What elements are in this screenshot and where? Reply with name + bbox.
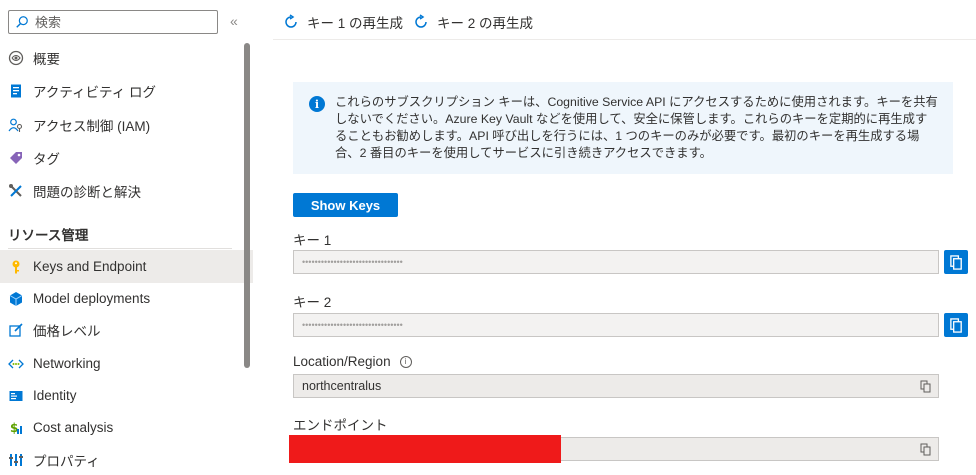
key1-label: キー 1: [293, 233, 332, 248]
info-icon: i: [309, 96, 325, 112]
sidebar-item-label: アクティビティ ログ: [33, 84, 156, 100]
refresh-icon: [415, 14, 427, 28]
regenerate-key2-button[interactable]: キー 2 の再生成: [413, 12, 533, 32]
properties-icon: [8, 452, 24, 468]
sidebar-item-label: Networking: [33, 356, 101, 371]
sidebar-item-properties[interactable]: プロパティ: [0, 443, 253, 475]
networking-icon: [8, 356, 24, 372]
key1-field[interactable]: ••••••••••••••••••••••••••••••••: [293, 250, 939, 274]
sidebar-item-identity[interactable]: Identity: [0, 379, 253, 412]
diagnose-icon: [8, 183, 24, 199]
regenerate-key1-button[interactable]: キー 1 の再生成: [283, 12, 403, 32]
location-value: northcentralus: [302, 379, 382, 393]
main-content: キー 1 の再生成 キー 2 の再生成 i これらのサブスクリプション キーは、…: [273, 0, 976, 475]
key2-field[interactable]: ••••••••••••••••••••••••••••••••: [293, 313, 939, 337]
cost-icon: $: [8, 420, 24, 436]
sidebar-item-label: 価格レベル: [33, 323, 101, 339]
sidebar-item-label: 概要: [33, 51, 60, 67]
show-keys-button[interactable]: Show Keys: [293, 193, 398, 217]
location-label: Location/Region i: [293, 354, 412, 369]
identity-icon: [8, 388, 24, 404]
edit-icon: [8, 322, 24, 338]
copy-key1-button[interactable]: [944, 250, 968, 274]
tag-icon: [8, 150, 24, 166]
section-divider: [8, 248, 232, 249]
iam-icon: [8, 117, 24, 133]
sidebar-item-label: Model deployments: [33, 291, 151, 306]
sidebar-item-label: アクセス制御 (IAM): [33, 118, 151, 134]
copy-icon: [949, 317, 962, 333]
activity-log-icon: [8, 83, 24, 99]
sidebar-item-tags[interactable]: タグ: [0, 141, 253, 174]
menu-search-box[interactable]: [8, 10, 218, 34]
sidebar-item-iam[interactable]: アクセス制御 (IAM): [0, 108, 253, 141]
sidebar-scrollbar[interactable]: [244, 43, 250, 368]
regenerate-key2-label: キー 2 の再生成: [437, 16, 534, 31]
sidebar-item-cost-analysis[interactable]: $ Cost analysis: [0, 411, 253, 444]
sidebar-item-label: 問題の診断と解決: [33, 184, 141, 200]
redaction-block: [289, 435, 561, 463]
copy-icon[interactable]: [920, 380, 932, 393]
sidebar-item-overview[interactable]: 概要: [0, 41, 253, 74]
collapse-menu-icon[interactable]: «: [230, 13, 238, 29]
sidebar-item-model-deployments[interactable]: Model deployments: [0, 282, 253, 315]
info-circle-icon[interactable]: i: [399, 355, 412, 368]
sidebar-item-diagnose[interactable]: 問題の診断と解決: [0, 174, 253, 207]
sidebar-item-label: Keys and Endpoint: [33, 259, 147, 274]
sidebar-item-label: プロパティ: [33, 453, 100, 469]
refresh-icon: [285, 14, 297, 28]
search-icon: [16, 16, 28, 28]
sidebar-item-label: Cost analysis: [33, 420, 114, 435]
location-field[interactable]: northcentralus: [293, 374, 939, 398]
key2-label: キー 2: [293, 295, 332, 310]
sidebar-item-activity-log[interactable]: アクティビティ ログ: [0, 74, 253, 107]
endpoint-label: エンドポイント: [293, 418, 388, 433]
copy-icon: [949, 254, 962, 270]
sidebar-item-keys-and-endpoint[interactable]: Keys and Endpoint: [0, 250, 253, 283]
regenerate-key1-label: キー 1 の再生成: [307, 16, 404, 31]
info-message-bar: i これらのサブスクリプション キーは、Cognitive Service AP…: [293, 82, 953, 174]
menu-search-input[interactable]: [35, 14, 195, 30]
resource-menu: « 概要 アクティビティ ログ アクセス制御 (IAM) タグ 問題の診断と解決…: [0, 0, 253, 475]
copy-key2-button[interactable]: [944, 313, 968, 337]
overview-icon: [8, 50, 24, 66]
sidebar-item-label: Identity: [33, 388, 77, 403]
section-header-resource-management: リソース管理: [8, 228, 89, 243]
info-message-text: これらのサブスクリプション キーは、Cognitive Service API …: [335, 95, 938, 160]
command-bar: キー 1 の再生成 キー 2 の再生成: [273, 0, 976, 40]
location-label-text: Location/Region: [293, 354, 391, 369]
cube-icon: [8, 291, 24, 307]
key-icon: [8, 259, 24, 275]
sidebar-item-pricing-tier[interactable]: 価格レベル: [0, 313, 253, 346]
sidebar-item-networking[interactable]: Networking: [0, 347, 253, 380]
copy-icon[interactable]: [920, 443, 932, 456]
sidebar-item-label: タグ: [33, 151, 60, 167]
